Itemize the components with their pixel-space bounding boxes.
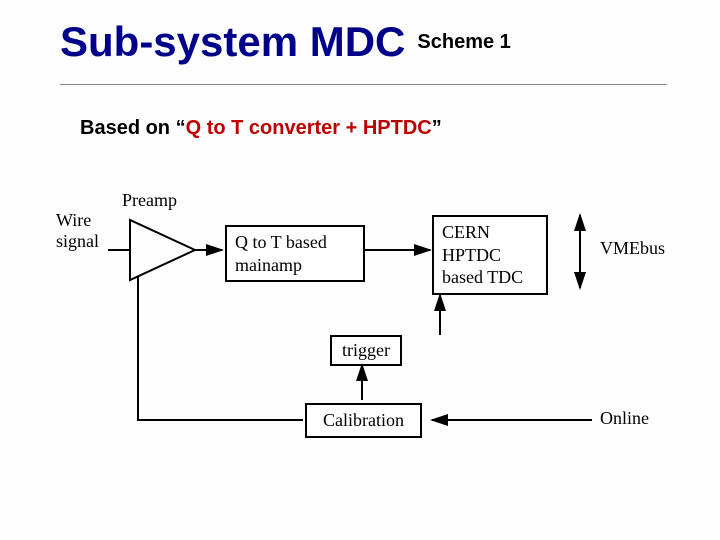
trigger-box: trigger [330,335,402,366]
description: Based on “Q to T converter + HPTDC” [80,117,720,140]
vmebus-label: VMEbus [600,238,665,259]
description-prefix: Based on “ [80,117,186,139]
connectors [0,160,720,500]
calibration-box: Calibration [305,403,422,438]
page-subtitle: Scheme 1 [417,31,510,53]
title-underline [60,84,667,85]
mainamp-box: Q to T based mainamp [225,225,365,282]
online-label: Online [600,408,649,429]
description-highlight: Q to T converter + HPTDC [186,117,432,139]
wire-signal-label: Wire signal [56,210,99,252]
description-suffix: ” [432,117,442,139]
tdc-box: CERN HPTDC based TDC [432,215,548,295]
preamp-label: Preamp [122,190,177,211]
page-title: Sub-system MDC [60,18,405,65]
block-diagram: Wire signal Preamp Q to T based mainamp … [0,160,720,500]
